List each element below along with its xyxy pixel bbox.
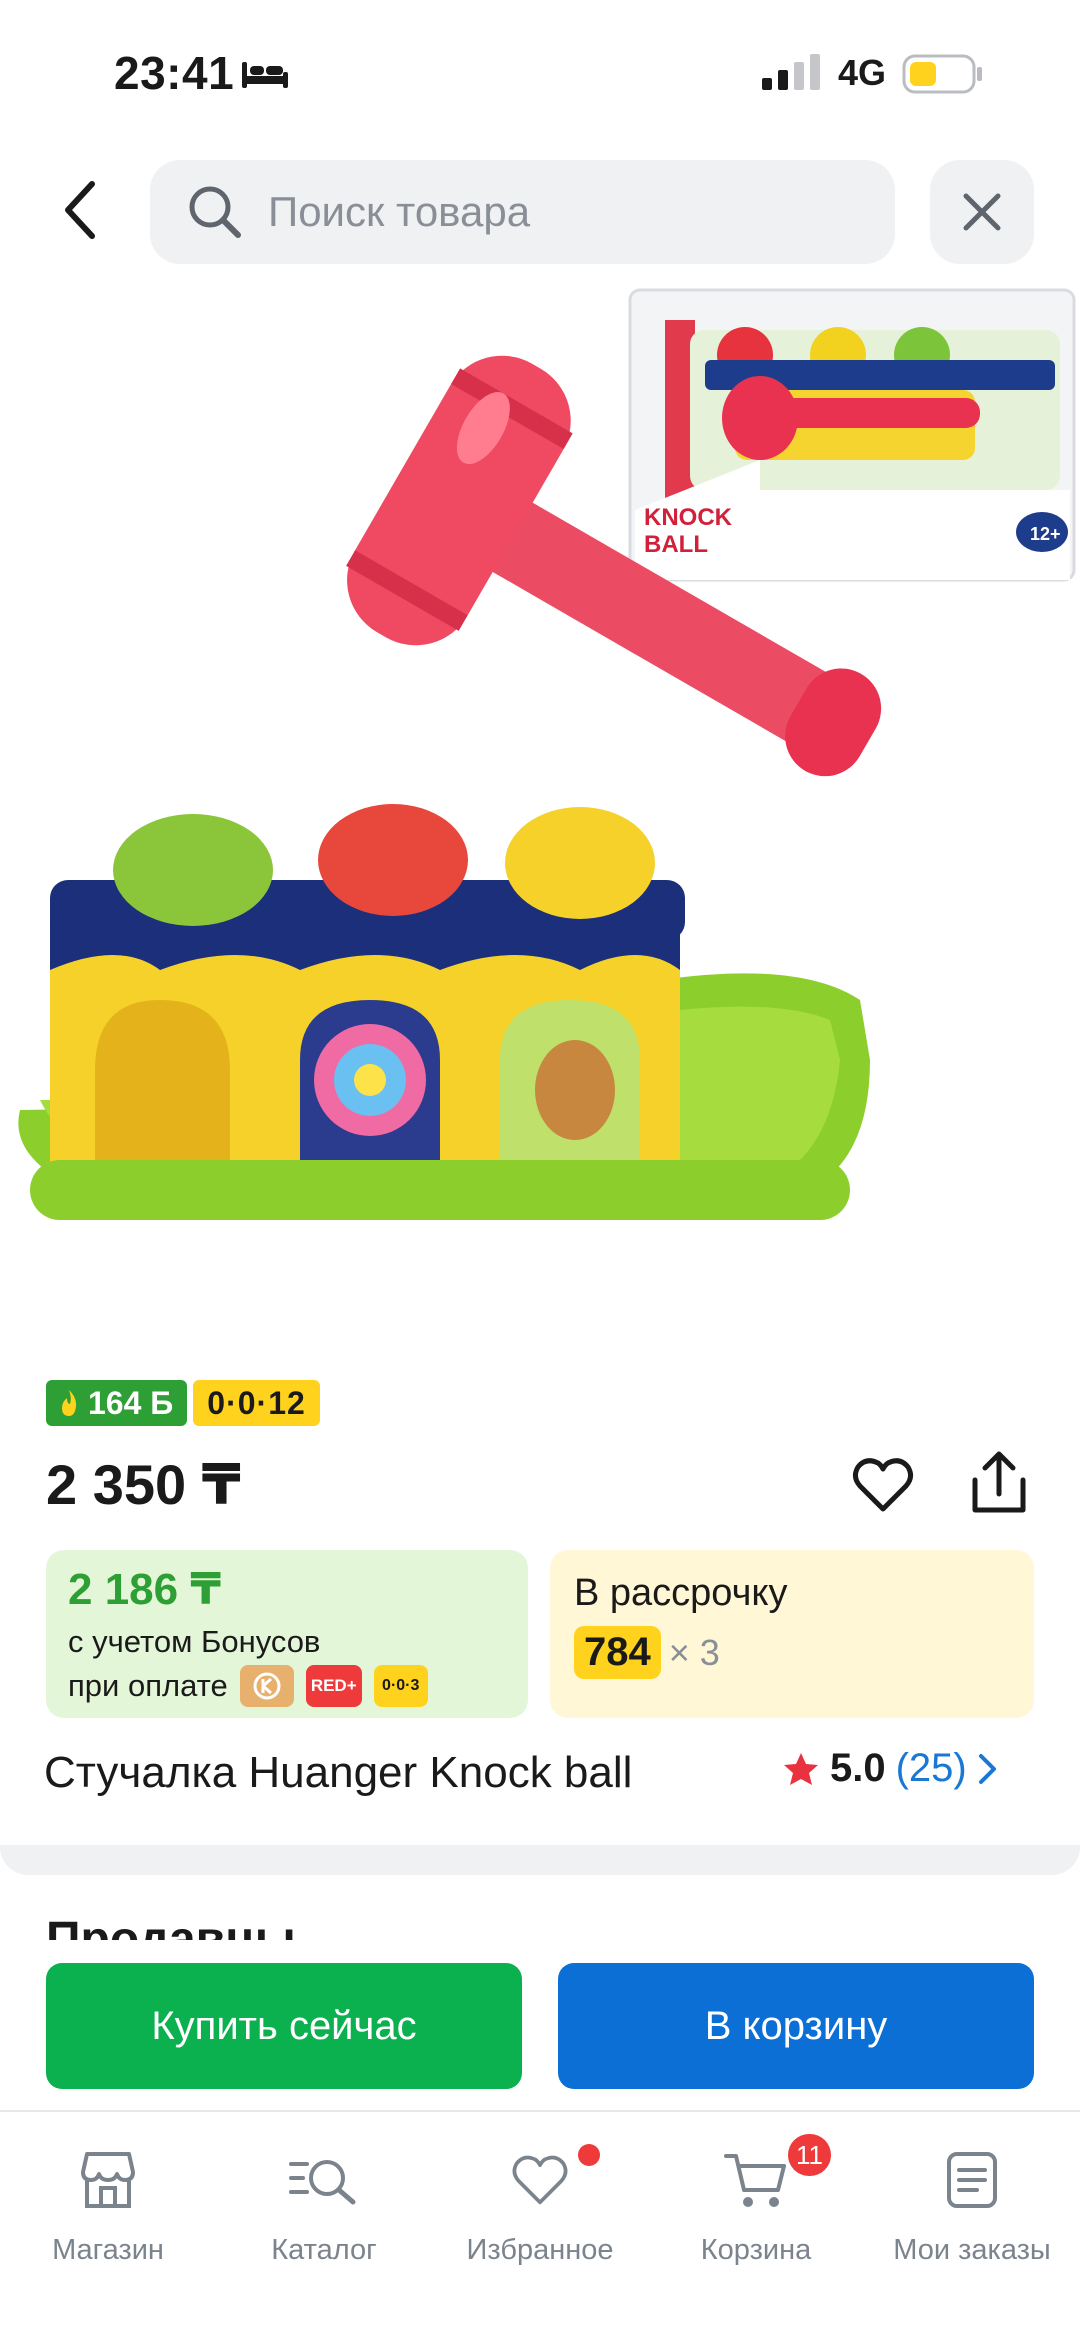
toy-base-illustration — [18, 804, 871, 1220]
product-price: 2 350 ₸ — [46, 1453, 241, 1516]
bed-icon — [242, 62, 288, 88]
orders-icon — [947, 2152, 997, 2208]
product-box-illustration: KNOCK BALL 12+ — [628, 288, 1076, 582]
installment-card[interactable]: В рассрочку 784 × 3 — [550, 1550, 1034, 1718]
add-to-cart-button[interactable]: В корзину — [558, 1963, 1034, 2089]
favorite-button[interactable] — [848, 1450, 918, 1520]
cart-count-badge: 11 — [788, 2134, 831, 2176]
favorites-dot-badge — [578, 2144, 600, 2166]
reviews-count: (25) — [895, 1746, 967, 1790]
bonus-caption-1: с учетом Бонусов — [68, 1624, 321, 1659]
search-icon — [189, 186, 241, 238]
status-time: 23:41 — [114, 47, 235, 99]
nav-label-cart: Корзина — [700, 2234, 812, 2266]
battery-icon — [902, 54, 982, 94]
nav-label-orders: Мои заказы — [893, 2234, 1051, 2266]
search-input[interactable]: Поиск товара — [150, 160, 895, 264]
red-plus-icon: RED+ — [305, 1665, 362, 1707]
product-name: Стучалка Huanger Knock ball — [44, 1748, 633, 1797]
search-placeholder: Поиск товара — [268, 188, 531, 235]
section-divider — [0, 1845, 1080, 1875]
product-badges: 164 Б 0·0·12 — [46, 1380, 320, 1426]
nav-label-shop: Магазин — [52, 2234, 164, 2266]
bonus-price-card[interactable]: 2 186 ₸ с учетом Бонусов при оплате RED+… — [46, 1550, 528, 1718]
shop-icon — [81, 2152, 135, 2208]
installment-003-icon: 0·0·3 — [373, 1665, 428, 1707]
heart-icon — [512, 2155, 568, 2205]
bonus-badge: 164 Б — [46, 1380, 188, 1426]
bonus-caption-2: при оплате — [68, 1668, 228, 1703]
installment-months: × 3 — [668, 1631, 720, 1673]
chevron-left-icon — [65, 181, 95, 239]
svg-text:12+: 12+ — [1030, 524, 1061, 544]
installment-title: В рассрочку — [574, 1572, 788, 1614]
back-button[interactable] — [40, 170, 120, 250]
nav-item-favorites[interactable]: Избранное — [432, 2130, 648, 2267]
chevron-right-icon — [978, 1753, 996, 1784]
product-image[interactable]: KNOCK BALL 12+ — [0, 280, 1080, 1360]
bonus-badge-text: 164 Б — [88, 1384, 174, 1421]
kaspi-pay-icon — [239, 1665, 294, 1707]
signal-icon — [762, 54, 820, 90]
status-bar: 23:41 4G — [0, 0, 1080, 150]
nav-item-shop[interactable]: Магазин — [0, 2130, 216, 2267]
bottom-navigation: Магазин Каталог Избранное 11 Корзина Мои… — [0, 2110, 1080, 2341]
buy-now-button[interactable]: Купить сейчас — [46, 1963, 522, 2089]
nav-label-favorites: Избранное — [466, 2234, 614, 2266]
heart-icon — [852, 1458, 914, 1512]
box-brand-text: KNOCK — [644, 504, 733, 531]
nav-item-catalog[interactable]: Каталог — [216, 2130, 432, 2267]
close-icon — [963, 193, 1001, 231]
nav-item-cart[interactable]: 11 Корзина — [648, 2130, 864, 2267]
catalog-search-icon — [289, 2160, 356, 2205]
svg-text:BALL: BALL — [644, 531, 708, 558]
star-icon — [784, 1752, 818, 1785]
nav-item-orders[interactable]: Мои заказы — [864, 2130, 1080, 2267]
clear-search-button[interactable] — [930, 160, 1034, 264]
share-icon — [972, 1451, 1026, 1513]
installment-monthly: 784 — [574, 1626, 661, 1679]
rating-link[interactable]: 5.0 (25) — [782, 1746, 999, 1791]
installment-badge: 0·0·12 — [193, 1380, 320, 1426]
cart-icon — [724, 2154, 786, 2207]
bonus-price: 2 186 ₸ — [68, 1565, 221, 1614]
flame-icon — [62, 1390, 77, 1416]
share-button[interactable] — [964, 1446, 1034, 1520]
rating-value: 5.0 — [830, 1746, 886, 1790]
network-type: 4G — [838, 52, 887, 93]
nav-label-catalog: Каталог — [271, 2234, 377, 2266]
